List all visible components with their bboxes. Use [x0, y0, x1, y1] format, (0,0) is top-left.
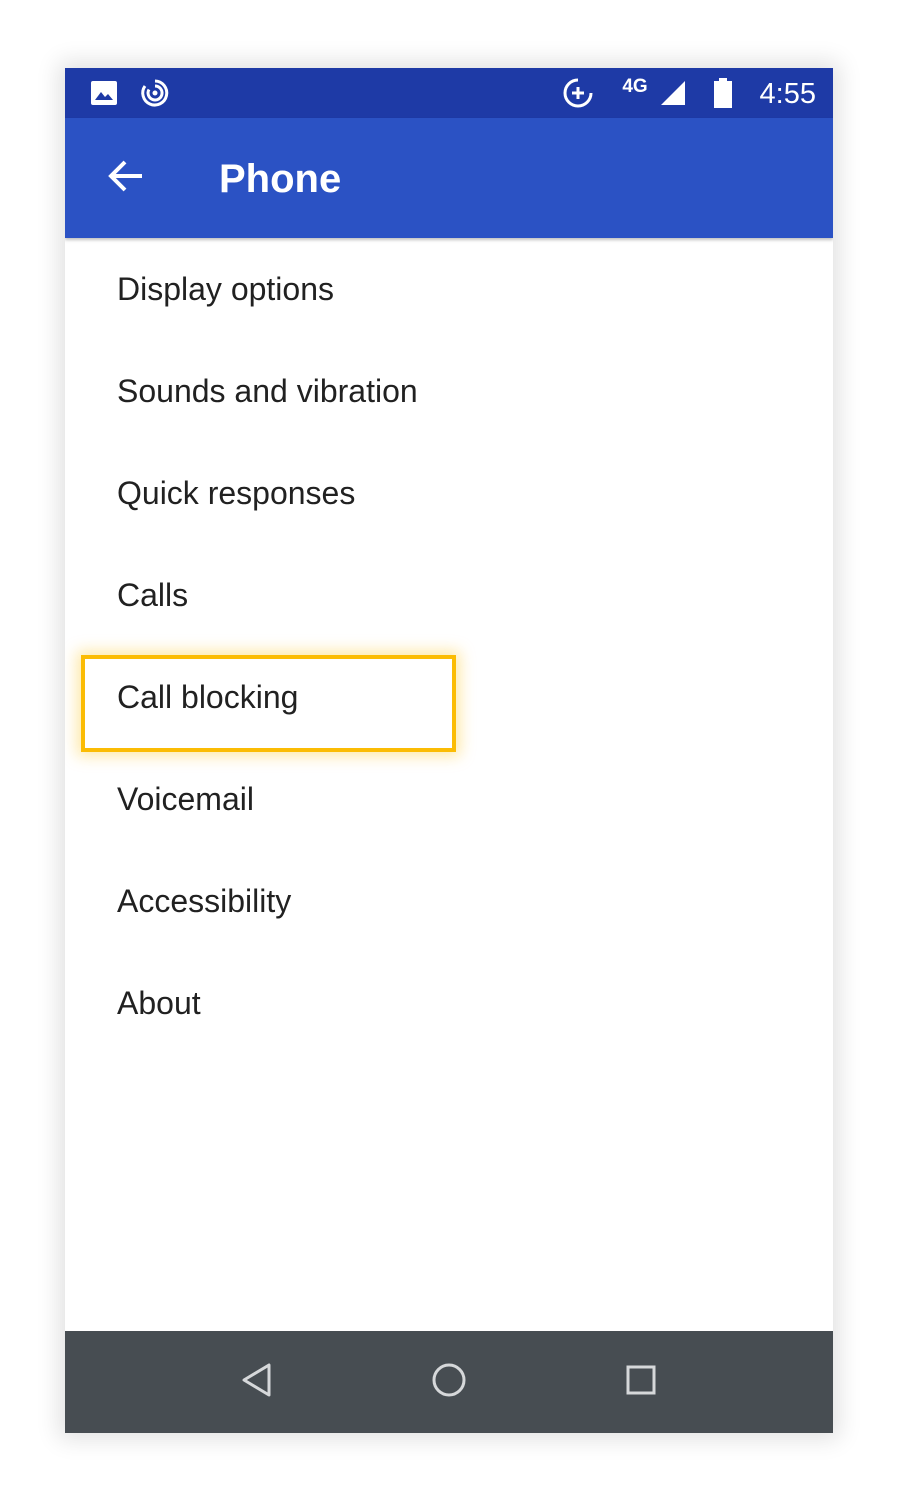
menu-item-accessibility[interactable]: Accessibility: [65, 850, 833, 952]
menu-item-label: Voicemail: [117, 781, 254, 817]
page-title: Phone: [219, 157, 342, 201]
data-saver-icon: [137, 68, 173, 118]
navigation-bar: [65, 1331, 833, 1433]
menu-item-about[interactable]: About: [65, 952, 833, 1054]
menu-item-label: Call blocking: [117, 679, 299, 715]
menu-item-label: Sounds and vibration: [117, 373, 418, 409]
menu-item-calls[interactable]: Calls: [65, 544, 833, 646]
menu-item-quick-responses[interactable]: Quick responses: [65, 442, 833, 544]
battery-icon: [711, 68, 735, 118]
recents-square-icon: [625, 1364, 657, 1400]
menu-item-label: Calls: [117, 577, 189, 613]
signal-icon: [657, 68, 689, 118]
image-icon: [87, 68, 121, 118]
menu-item-display-options[interactable]: Display options: [65, 238, 833, 340]
nav-back-button[interactable]: [217, 1331, 297, 1433]
app-bar: Phone: [65, 118, 833, 238]
network-type: 4G: [622, 76, 648, 97]
menu-item-sounds-and-vibration[interactable]: Sounds and vibration: [65, 340, 833, 442]
arrow-back-icon: [106, 156, 146, 200]
menu-item-call-blocking[interactable]: Call blocking: [65, 646, 833, 748]
home-circle-icon: [431, 1362, 467, 1402]
menu-item-label: Quick responses: [117, 475, 356, 511]
back-triangle-icon: [240, 1362, 274, 1402]
nav-recents-button[interactable]: [601, 1331, 681, 1433]
phone-screen: 4G 4:55 Phone Display options Sounds and…: [65, 68, 833, 1433]
menu-item-voicemail[interactable]: Voicemail: [65, 748, 833, 850]
menu-item-label: About: [117, 985, 201, 1021]
nav-home-button[interactable]: [409, 1331, 489, 1433]
menu-item-label: Accessibility: [117, 883, 292, 919]
menu-item-label: Display options: [117, 271, 334, 307]
clock: 4:55: [759, 78, 816, 110]
back-button[interactable]: [98, 148, 154, 208]
status-bar: 4G 4:55: [65, 68, 833, 118]
circle-plus-icon: [559, 68, 597, 118]
